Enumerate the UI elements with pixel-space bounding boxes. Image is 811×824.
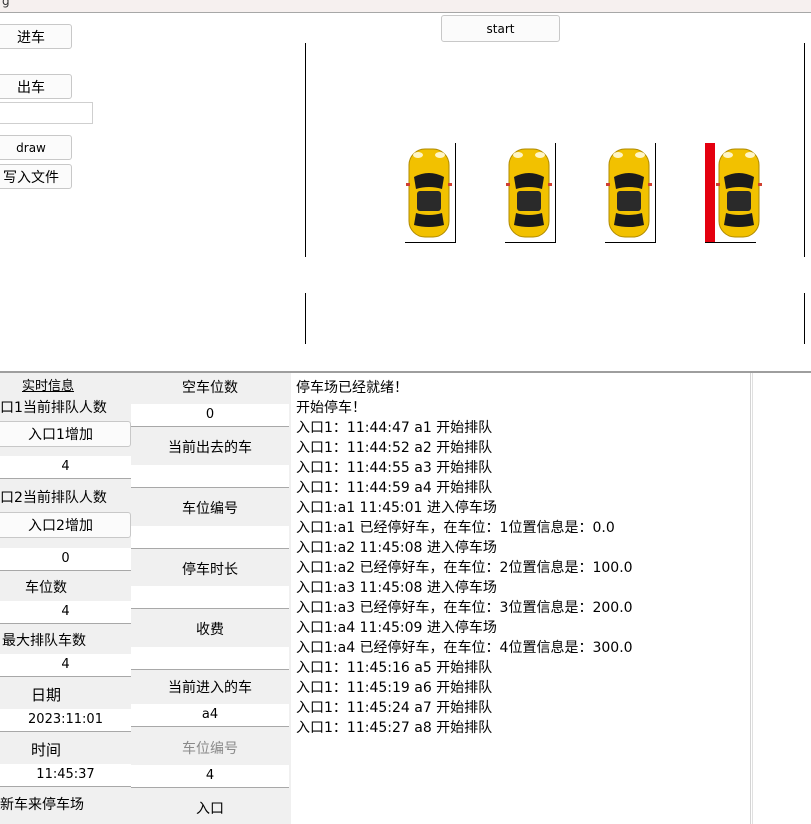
- log-line: 入口1:a3 已经停好车，在车位：3位置信息是：200.0: [296, 600, 633, 616]
- entrance2-queue-label: 口2当前排队人数: [0, 490, 107, 506]
- realtime-info-title: 实时信息: [22, 379, 75, 394]
- log-line: 入口1:a3 11:45:08 进入停车场: [296, 580, 497, 596]
- log-line: 入口1：11:45:27 a8 开始排队: [296, 720, 493, 736]
- log-line: 入口1:a4 11:45:09 进入停车场: [296, 620, 497, 636]
- lot-right-wall-bottom: [804, 293, 805, 344]
- new-car-label: 新车来停车场: [0, 797, 84, 813]
- time-label: 时间: [30, 741, 61, 759]
- log-line: 入口1：11:44:52 a2 开始排队: [296, 440, 493, 456]
- empty-spaces-label: 空车位数: [182, 380, 238, 396]
- space-number2-label: 车位编号: [182, 741, 238, 757]
- log-line: 停车场已经就绪！: [296, 380, 408, 396]
- empty-spaces-field[interactable]: 0: [131, 404, 289, 427]
- car-icon: [716, 148, 762, 238]
- current-entering-label: 当前进入的车: [168, 680, 252, 696]
- current-leaving-field[interactable]: [131, 465, 289, 488]
- max-queue-label: 最大排队车数: [2, 633, 86, 649]
- entrance-label: 入口: [196, 801, 224, 817]
- title-bar: g: [0, 0, 811, 13]
- space-number-field[interactable]: [131, 526, 289, 549]
- log-line: 入口1：11:45:16 a5 开始排队: [296, 660, 493, 676]
- parking-lot-canvas: [0, 14, 811, 372]
- space-number2-field[interactable]: 4: [131, 765, 289, 788]
- car-icon: [606, 148, 652, 238]
- time-field[interactable]: 11:45:37: [0, 764, 131, 787]
- slot-2-divider: [555, 143, 556, 243]
- entrance1-add-button[interactable]: 入口1增加: [0, 421, 131, 447]
- slot-2-line: [505, 242, 556, 243]
- date-label: 日期: [30, 686, 61, 704]
- car-icon: [406, 148, 452, 238]
- date-field[interactable]: 2023:11:01: [0, 709, 131, 732]
- entrance2-add-button[interactable]: 入口2增加: [0, 512, 131, 538]
- lot-status-panel: 空车位数 0 当前出去的车 车位编号 停车时长 收费 当前进入的车 a4 车位编…: [131, 373, 291, 824]
- log-line: 入口1：11:44:55 a3 开始排队: [296, 460, 493, 476]
- parking-duration-label: 停车时长: [182, 562, 238, 578]
- log-line: 开始停车！: [296, 400, 366, 416]
- space-number-label: 车位编号: [182, 501, 238, 517]
- fee-field[interactable]: [131, 647, 289, 670]
- slot-1-line: [405, 242, 456, 243]
- entrance1-queue-label: 口1当前排队人数: [0, 400, 107, 416]
- log-line: 入口1：11:44:47 a1 开始排队: [296, 420, 493, 436]
- entrance2-queue-field[interactable]: 0: [0, 548, 131, 571]
- log-line: 入口1:a4 已经停好车，在车位：4位置信息是：300.0: [296, 640, 633, 656]
- parking-duration-field[interactable]: [131, 586, 289, 609]
- spaces-label: 车位数: [25, 580, 67, 596]
- log-line: 入口1:a2 已经停好车，在车位：2位置信息是：100.0: [296, 560, 633, 576]
- slot-3-line: [605, 242, 656, 243]
- log-line: 入口1：11:45:24 a7 开始排队: [296, 700, 493, 716]
- car-icon: [506, 148, 552, 238]
- lot-left-wall-bottom: [305, 293, 306, 344]
- entrance1-queue-field[interactable]: 4: [0, 456, 131, 479]
- lot-left-wall-top: [305, 43, 306, 257]
- log-line: 入口1：11:45:19 a6 开始排队: [296, 680, 493, 696]
- entrance-barrier: [705, 143, 715, 243]
- current-entering-field[interactable]: a4: [131, 704, 289, 727]
- lot-right-wall-top: [804, 43, 805, 257]
- slot-4-line: [705, 242, 756, 243]
- log-line: 入口1：11:44:59 a4 开始排队: [296, 480, 493, 496]
- spaces-field[interactable]: 4: [0, 601, 131, 624]
- log-line: 入口1:a1 11:45:01 进入停车场: [296, 500, 497, 516]
- log-line: 入口1:a2 11:45:08 进入停车场: [296, 540, 497, 556]
- fee-label: 收费: [196, 622, 224, 638]
- event-log[interactable]: 停车场已经就绪！ 开始停车！ 入口1：11:44:47 a1 开始排队 入口1：…: [291, 373, 751, 824]
- current-leaving-label: 当前出去的车: [168, 440, 252, 456]
- realtime-info-panel: 实时信息 口1当前排队人数 入口1增加 4 口2当前排队人数 入口2增加 0 车…: [0, 373, 131, 824]
- slot-1-divider: [455, 143, 456, 243]
- log-line: 入口1:a1 已经停好车，在车位：1位置信息是：0.0: [296, 520, 615, 536]
- slot-3-divider: [655, 143, 656, 243]
- right-blank-area: [752, 373, 811, 824]
- max-queue-field[interactable]: 4: [0, 654, 131, 677]
- window-title: g: [2, 0, 10, 8]
